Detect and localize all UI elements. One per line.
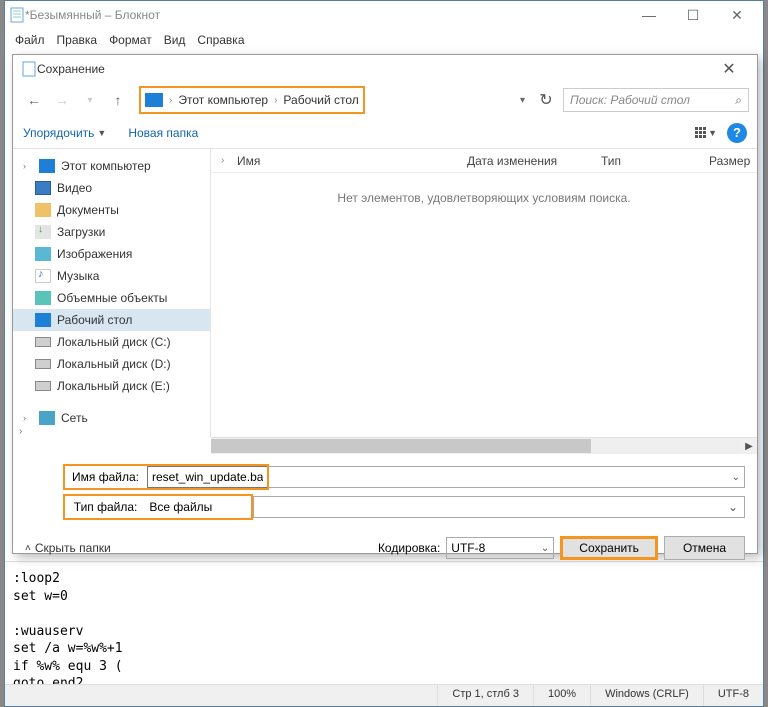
refresh-button[interactable]: ↻ [535, 90, 557, 110]
folder-tree[interactable]: ›Этот компьютерВидеоДокументыЗагрузкиИзо… [13, 149, 211, 437]
chevron-right-icon: › [169, 95, 172, 106]
filetype-label: Тип файла: [65, 500, 141, 514]
save-dialog: Сохранение ✕ ← → ▾ ↑ › Этот компьютер › … [12, 54, 758, 554]
tree-expand-icon[interactable]: › [19, 426, 22, 437]
status-enc: UTF-8 [703, 685, 763, 706]
search-placeholder: Поиск: Рабочий стол [570, 93, 690, 107]
tree-item[interactable]: ›Сеть [13, 407, 210, 429]
search-icon: ⌕ [735, 93, 742, 108]
file-list[interactable]: › Имя Дата изменения Тип Размер Нет элем… [211, 149, 757, 437]
filetype-value: Все файлы [145, 500, 251, 514]
notepad-text-area[interactable]: :loop2 set w=0 :wuauserv set /a w=%w%+1 … [5, 561, 763, 701]
cancel-button[interactable]: Отмена [664, 536, 745, 560]
folder-icon [35, 203, 51, 217]
filename-label: Имя файла: [65, 470, 143, 484]
tree-item[interactable]: Загрузки [13, 221, 210, 243]
save-dialog-icon [21, 61, 37, 77]
nav-row: ← → ▾ ↑ › Этот компьютер › Рабочий стол … [13, 83, 757, 117]
tree-item[interactable]: Объемные объекты [13, 287, 210, 309]
filename-dropdown[interactable]: ⌄ [269, 466, 745, 488]
help-button[interactable]: ? [727, 123, 747, 143]
view-mode-button[interactable]: ▼ [695, 127, 717, 138]
tree-item[interactable]: Локальный диск (E:) [13, 375, 210, 397]
nav-forward-button[interactable]: → [49, 87, 75, 113]
filetype-row: Тип файла: Все файлы ⌄ [63, 494, 745, 520]
minimize-button[interactable]: — [627, 1, 671, 29]
filename-input[interactable] [147, 466, 267, 488]
tree-item[interactable]: Локальный диск (C:) [13, 331, 210, 353]
save-button[interactable]: Сохранить [560, 536, 658, 560]
menu-edit[interactable]: Правка [57, 33, 98, 47]
menu-format[interactable]: Формат [109, 33, 152, 47]
folder-icon [39, 159, 55, 173]
folder-icon [35, 269, 51, 283]
notepad-statusbar: Стр 1, стлб 3 100% Windows (CRLF) UTF-8 [5, 684, 763, 706]
chevron-up-icon: ˄ [25, 543, 31, 554]
new-folder-button[interactable]: Новая папка [128, 126, 198, 140]
empty-message: Нет элементов, удовлетворяющих условиям … [211, 191, 757, 205]
tree-item[interactable]: Музыка [13, 265, 210, 287]
notepad-menubar: Файл Правка Формат Вид Справка [5, 29, 763, 51]
encoding-label: Кодировка: [378, 541, 440, 555]
folder-icon [35, 313, 51, 327]
folder-icon [35, 225, 51, 239]
encoding-select[interactable]: UTF-8⌄ [446, 537, 554, 559]
col-size[interactable]: Размер [699, 154, 757, 168]
status-zoom: 100% [533, 685, 590, 706]
col-type[interactable]: Тип [591, 154, 699, 168]
tree-item[interactable]: Локальный диск (D:) [13, 353, 210, 375]
dialog-title: Сохранение [37, 62, 105, 76]
folder-icon [35, 247, 51, 261]
status-eol: Windows (CRLF) [590, 685, 703, 706]
folder-icon [35, 181, 51, 195]
breadcrumb[interactable]: › Этот компьютер › Рабочий стол [145, 93, 359, 107]
folder-icon [35, 359, 51, 369]
folder-icon [35, 381, 51, 391]
folder-icon [35, 291, 51, 305]
filetype-select[interactable]: ⌄ [253, 496, 745, 518]
tree-item[interactable]: Рабочий стол [13, 309, 210, 331]
menu-file[interactable]: Файл [15, 33, 45, 47]
dialog-bottom-row: ˄ Скрыть папки Кодировка: UTF-8⌄ Сохрани… [13, 528, 757, 568]
nav-history-dropdown[interactable]: ▾ [77, 87, 103, 113]
tree-item[interactable]: Изображения [13, 243, 210, 265]
tree-item[interactable]: Документы [13, 199, 210, 221]
nav-up-button[interactable]: ↑ [105, 87, 131, 113]
close-button[interactable]: ✕ [715, 1, 759, 29]
breadcrumb-highlight: › Этот компьютер › Рабочий стол [139, 86, 365, 114]
dialog-titlebar[interactable]: Сохранение ✕ [13, 55, 757, 83]
menu-view[interactable]: Вид [164, 33, 186, 47]
menu-help[interactable]: Справка [197, 33, 244, 47]
search-input[interactable]: Поиск: Рабочий стол ⌕ [563, 88, 749, 112]
dialog-toolbar: Упорядочить▼ Новая папка ▼ ? [13, 117, 757, 149]
breadcrumb-folder[interactable]: Рабочий стол [283, 93, 358, 107]
hide-folders-button[interactable]: ˄ Скрыть папки [25, 541, 111, 555]
tree-item[interactable]: ›Этот компьютер [13, 155, 210, 177]
folder-icon [35, 337, 51, 347]
dialog-close-button[interactable]: ✕ [709, 59, 749, 79]
breadcrumb-root[interactable]: Этот компьютер [178, 93, 268, 107]
notepad-title: *Безымянный – Блокнот [25, 8, 160, 22]
filename-row: Имя файла: ⌄ [63, 464, 745, 490]
organize-button[interactable]: Упорядочить▼ [23, 126, 106, 140]
col-date[interactable]: Дата изменения [457, 154, 591, 168]
chevron-right-icon: › [274, 95, 277, 106]
tree-item[interactable]: Видео [13, 177, 210, 199]
col-name[interactable]: Имя [227, 154, 457, 168]
notepad-icon [9, 7, 25, 23]
notepad-titlebar[interactable]: *Безымянный – Блокнот — ☐ ✕ [5, 1, 763, 29]
horizontal-scrollbar[interactable]: ▶ [211, 437, 757, 454]
breadcrumb-dropdown[interactable]: ▾ [516, 95, 529, 106]
nav-back-button[interactable]: ← [21, 87, 47, 113]
list-header[interactable]: › Имя Дата изменения Тип Размер [211, 149, 757, 173]
pc-icon [145, 93, 163, 107]
folder-icon [39, 411, 55, 425]
expand-groups-icon[interactable]: › [211, 155, 227, 166]
maximize-button[interactable]: ☐ [671, 1, 715, 29]
status-pos: Стр 1, стлб 3 [437, 685, 533, 706]
